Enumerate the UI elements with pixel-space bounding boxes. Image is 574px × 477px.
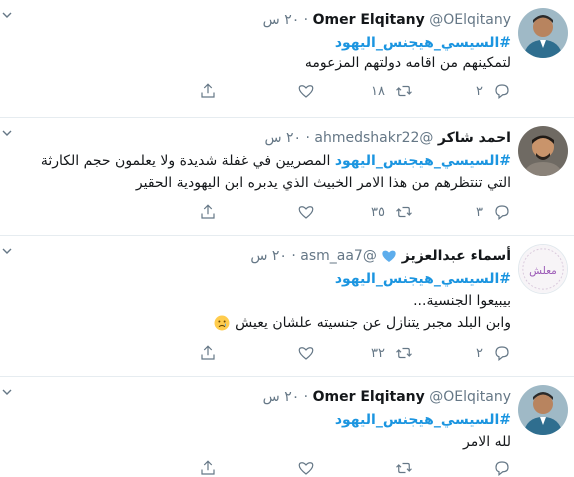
tweet[interactable]: معلش أسماء عبدالعزيز @asm_aa7 · ٢٠ س #ال… bbox=[0, 236, 574, 377]
timestamp[interactable]: · ٢٠ س bbox=[264, 130, 310, 146]
share-button[interactable] bbox=[119, 459, 217, 477]
tweet-actions: ٣ ٣٥ bbox=[119, 203, 511, 221]
reply-count: ٢ bbox=[476, 83, 483, 99]
retweet-count: ١٨ bbox=[371, 83, 385, 99]
heart-icon bbox=[298, 85, 314, 98]
retweet-count: ٣٢ bbox=[371, 345, 385, 361]
reply-button[interactable]: ٢ bbox=[413, 82, 511, 100]
reply-button[interactable] bbox=[413, 459, 511, 477]
heart-icon bbox=[298, 347, 314, 360]
like-button[interactable] bbox=[217, 82, 315, 100]
tweet-header: Omer Elqitany @OElqitany · ٢٠ س bbox=[263, 10, 511, 30]
crying-face-icon bbox=[214, 315, 230, 331]
like-button[interactable] bbox=[217, 459, 315, 477]
avatar[interactable] bbox=[518, 8, 568, 58]
tweet-actions: ٢ ٣٢ bbox=[119, 344, 511, 362]
timestamp[interactable]: · ٢٠ س bbox=[263, 389, 309, 405]
retweet-icon bbox=[396, 206, 412, 218]
retweet-button[interactable]: ٣٥ bbox=[315, 203, 413, 221]
share-button[interactable] bbox=[119, 344, 217, 362]
share-icon bbox=[201, 204, 215, 219]
like-button[interactable] bbox=[217, 344, 315, 362]
reply-count: ٢ bbox=[476, 345, 483, 361]
timestamp[interactable]: · ٢٠ س bbox=[250, 248, 296, 264]
tweet-header: Omer Elqitany @OElqitany · ٢٠ س bbox=[263, 387, 511, 407]
avatar[interactable] bbox=[518, 126, 568, 176]
reply-count: ٣ bbox=[476, 204, 483, 220]
tweet-actions bbox=[119, 459, 511, 477]
retweet-icon bbox=[396, 462, 412, 474]
display-name[interactable]: Omer Elqitany bbox=[313, 389, 425, 405]
tweet-text: #السيسي_هيجنس_اليهود المصريين في غفلة شد… bbox=[41, 150, 511, 172]
hashtag-link[interactable]: #السيسي_هيجنس_اليهود bbox=[335, 271, 511, 287]
tweet-text-line: بيبيعوا الجنسية... bbox=[413, 293, 511, 309]
tweet-text-line: التي تنتظرهم من هذا الامر الخبيث الذي يد… bbox=[135, 175, 511, 191]
retweet-button[interactable]: ٣٢ bbox=[315, 344, 413, 362]
retweet-button[interactable]: ١٨ bbox=[315, 82, 413, 100]
chevron-down-icon[interactable] bbox=[2, 128, 12, 138]
reply-icon bbox=[495, 84, 509, 99]
chevron-down-icon[interactable] bbox=[2, 387, 12, 397]
tweet[interactable]: احمد شاكر @ahmedshakr22 · ٢٠ س #السيسي_ه… bbox=[0, 118, 574, 236]
username[interactable]: @ahmedshakr22 bbox=[314, 130, 433, 146]
like-button[interactable] bbox=[217, 203, 315, 221]
timestamp[interactable]: · ٢٠ س bbox=[263, 12, 309, 28]
reply-button[interactable]: ٣ bbox=[413, 203, 511, 221]
tweet-text-line: وابن البلد مجبر يتنازل عن جنسيته علشان ي… bbox=[213, 312, 511, 334]
avatar-logo-text: معلش bbox=[529, 265, 557, 277]
retweet-count: ٣٥ bbox=[371, 204, 385, 220]
tweet[interactable]: Omer Elqitany @OElqitany · ٢٠ س #السيسي_… bbox=[0, 377, 574, 476]
display-name[interactable]: احمد شاكر bbox=[438, 130, 511, 146]
tweet-text-continuation: المصريين في غفلة شديدة ولا يعلمون حجم ال… bbox=[40, 153, 335, 169]
display-name[interactable]: أسماء عبدالعزيز bbox=[402, 248, 511, 264]
retweet-icon bbox=[396, 85, 412, 97]
hashtag-link[interactable]: #السيسي_هيجنس_اليهود bbox=[335, 412, 511, 428]
share-icon bbox=[201, 83, 215, 98]
username[interactable]: @OElqitany bbox=[429, 12, 511, 28]
display-name[interactable]: Omer Elqitany bbox=[313, 12, 425, 28]
avatar[interactable]: معلش bbox=[518, 244, 568, 294]
reply-icon bbox=[495, 205, 509, 220]
retweet-icon bbox=[396, 347, 412, 359]
avatar[interactable] bbox=[518, 385, 568, 435]
tweet-text: #السيسي_هيجنس_اليهود bbox=[335, 409, 511, 431]
tweet-header: أسماء عبدالعزيز @asm_aa7 · ٢٠ س bbox=[250, 246, 511, 266]
heart-icon bbox=[298, 206, 314, 219]
share-button[interactable] bbox=[119, 82, 217, 100]
share-icon bbox=[201, 345, 215, 360]
chevron-down-icon[interactable] bbox=[2, 246, 12, 256]
tweet-header: احمد شاكر @ahmedshakr22 · ٢٠ س bbox=[264, 128, 511, 148]
tweet-text: #السيسي_هيجنس_اليهود bbox=[335, 268, 511, 290]
reply-icon bbox=[495, 346, 509, 361]
heart-icon bbox=[298, 462, 314, 475]
share-button[interactable] bbox=[119, 203, 217, 221]
retweet-button[interactable] bbox=[315, 459, 413, 477]
hashtag-link[interactable]: #السيسي_هيجنس_اليهود bbox=[335, 35, 511, 51]
chevron-down-icon[interactable] bbox=[2, 10, 12, 20]
tweet-text: #السيسي_هيجنس_اليهود bbox=[335, 32, 511, 54]
reply-button[interactable]: ٢ bbox=[413, 344, 511, 362]
username[interactable]: @OElqitany bbox=[429, 389, 511, 405]
tweet-actions: ٢ ١٨ bbox=[119, 82, 511, 100]
hashtag-link[interactable]: #السيسي_هيجنس_اليهود bbox=[335, 153, 511, 169]
share-icon bbox=[201, 460, 215, 475]
username[interactable]: @asm_aa7 bbox=[300, 248, 377, 264]
tweet[interactable]: Omer Elqitany @OElqitany · ٢٠ س #السيسي_… bbox=[0, 0, 574, 118]
blue-heart-icon bbox=[382, 250, 396, 262]
reply-icon bbox=[495, 461, 509, 476]
tweet-text-line: لله الامر bbox=[463, 434, 511, 450]
tweet-text-line: لتمكينهم من اقامه دولتهم المزعومه bbox=[304, 55, 511, 71]
